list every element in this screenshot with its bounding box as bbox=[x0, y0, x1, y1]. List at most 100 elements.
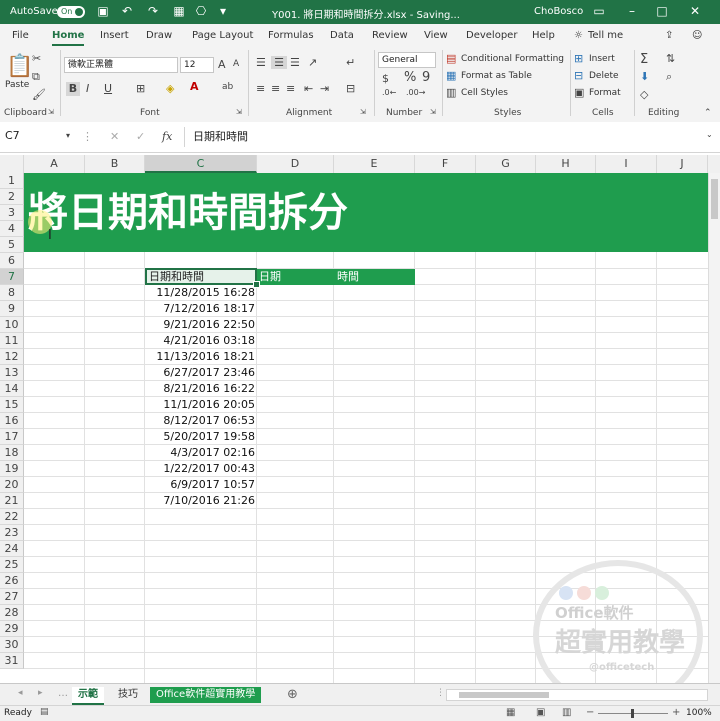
datetime-cell[interactable]: 11/13/2016 18:21 bbox=[145, 349, 255, 365]
cell-styles-button[interactable]: Cell Styles bbox=[461, 88, 508, 98]
ribbon-display-icon[interactable]: ▭ bbox=[592, 4, 606, 18]
align-bottom-icon[interactable]: ☰ bbox=[290, 56, 300, 69]
row-header[interactable]: 29 bbox=[0, 621, 24, 637]
datetime-cell[interactable]: 9/21/2016 22:50 bbox=[145, 317, 255, 333]
sheet-tab-demo[interactable]: 示範 bbox=[72, 687, 104, 705]
align-left-icon[interactable]: ≡ bbox=[256, 82, 265, 95]
zoom-in-icon[interactable]: + bbox=[672, 707, 680, 718]
tab-file[interactable]: File bbox=[12, 30, 29, 41]
number-format-select[interactable]: General bbox=[378, 52, 436, 68]
datetime-cell[interactable]: 7/12/2016 18:17 bbox=[145, 301, 255, 317]
tab-draw[interactable]: Draw bbox=[146, 30, 172, 41]
row-header[interactable]: 2 bbox=[0, 189, 24, 205]
insert-function-button[interactable]: fx bbox=[162, 130, 172, 143]
accounting-format-button[interactable]: $ bbox=[382, 72, 389, 85]
row-header[interactable]: 28 bbox=[0, 605, 24, 621]
format-painter-icon[interactable]: 🖌 bbox=[32, 88, 46, 101]
copy-icon[interactable]: ⧉ bbox=[32, 70, 40, 84]
share-icon[interactable]: ⇪ bbox=[665, 30, 673, 41]
tab-home[interactable]: Home bbox=[52, 30, 85, 46]
increase-decimal-icon[interactable]: .0← bbox=[382, 88, 396, 97]
row-header[interactable]: 19 bbox=[0, 461, 24, 477]
vertical-scrollbar[interactable] bbox=[708, 173, 720, 683]
fill-icon[interactable]: ⬇ bbox=[640, 70, 649, 83]
vertical-scroll-thumb[interactable] bbox=[711, 179, 718, 219]
format-cells-button[interactable]: Format bbox=[589, 88, 621, 98]
row-header[interactable]: 21 bbox=[0, 493, 24, 509]
grow-font-icon[interactable]: A bbox=[218, 58, 226, 71]
row-header[interactable]: 22 bbox=[0, 509, 24, 525]
paste-button[interactable]: Paste bbox=[5, 80, 29, 90]
alignment-launcher-icon[interactable]: ⇲ bbox=[360, 108, 366, 116]
increase-indent-icon[interactable]: ⇥ bbox=[320, 82, 329, 95]
row-header[interactable]: 30 bbox=[0, 637, 24, 653]
number-launcher-icon[interactable]: ⇲ bbox=[430, 108, 436, 116]
comments-icon[interactable]: ☺ bbox=[692, 30, 702, 41]
datetime-cell[interactable]: 7/10/2016 21:26 bbox=[145, 493, 255, 509]
normal-view-icon[interactable]: ▦ bbox=[506, 707, 515, 718]
row-header[interactable]: 24 bbox=[0, 541, 24, 557]
clear-icon[interactable]: ◇ bbox=[640, 88, 648, 101]
expand-formula-bar-icon[interactable]: ⌄ bbox=[706, 130, 713, 139]
datetime-cell[interactable]: 11/28/2015 16:28 bbox=[145, 285, 255, 301]
row-header[interactable]: 4 bbox=[0, 221, 24, 237]
orientation-icon[interactable]: ↗ bbox=[308, 56, 317, 69]
zoom-slider-thumb[interactable] bbox=[631, 709, 634, 718]
name-box[interactable]: C7 bbox=[2, 128, 76, 146]
datetime-cell[interactable]: 4/3/2017 02:16 bbox=[145, 445, 255, 461]
align-right-icon[interactable]: ≡ bbox=[286, 82, 295, 95]
bold-button[interactable]: B bbox=[66, 82, 80, 96]
tab-help[interactable]: Help bbox=[532, 30, 555, 41]
decrease-decimal-icon[interactable]: .00→ bbox=[406, 88, 425, 97]
wrap-text-icon[interactable]: ↵ bbox=[346, 56, 355, 69]
tab-developer[interactable]: Developer bbox=[466, 30, 517, 41]
column-header-c[interactable]: C bbox=[145, 155, 257, 173]
autosum-icon[interactable]: Σ bbox=[640, 52, 648, 67]
percent-style-button[interactable]: % bbox=[404, 70, 416, 85]
tell-me-search[interactable]: Tell me bbox=[588, 30, 623, 41]
conditional-formatting-button[interactable]: Conditional Formatting bbox=[461, 54, 564, 64]
column-header-j[interactable]: J bbox=[657, 155, 708, 173]
maximize-icon[interactable]: □ bbox=[655, 4, 669, 18]
phonetic-icon[interactable]: ab bbox=[222, 82, 233, 92]
column-header-f[interactable]: F bbox=[415, 155, 476, 173]
cell-e7-header[interactable]: 時間 bbox=[337, 269, 359, 285]
insert-cells-button[interactable]: Insert bbox=[589, 54, 615, 64]
align-top-icon[interactable]: ☰ bbox=[256, 56, 266, 69]
sheet-tab-tutorial[interactable]: Office軟件超實用教學 bbox=[150, 687, 262, 703]
font-color-icon[interactable]: A bbox=[190, 80, 199, 93]
datetime-cell[interactable]: 6/27/2017 23:46 bbox=[145, 365, 255, 381]
horizontal-scrollbar[interactable] bbox=[446, 689, 708, 701]
tab-data[interactable]: Data bbox=[330, 30, 354, 41]
row-header[interactable]: 5 bbox=[0, 237, 24, 253]
paste-icon[interactable]: 📋 bbox=[6, 54, 33, 79]
cut-icon[interactable]: ✂ bbox=[32, 52, 41, 65]
column-header-e[interactable]: E bbox=[334, 155, 415, 173]
cell-d7-header[interactable]: 日期 bbox=[259, 269, 281, 285]
select-all-corner[interactable] bbox=[0, 155, 24, 173]
row-header[interactable]: 9 bbox=[0, 301, 24, 317]
row-header[interactable]: 1 bbox=[0, 173, 24, 189]
more-tabs-icon[interactable]: … bbox=[58, 688, 68, 699]
font-launcher-icon[interactable]: ⇲ bbox=[236, 108, 242, 116]
sheet-tab-tips[interactable]: 技巧 bbox=[112, 687, 144, 703]
collapse-ribbon-icon[interactable]: ⌃ bbox=[704, 108, 712, 118]
row-header[interactable]: 27 bbox=[0, 589, 24, 605]
macro-record-icon[interactable]: ▤ bbox=[40, 707, 49, 717]
close-icon[interactable]: ✕ bbox=[688, 4, 702, 18]
scroll-tabs-left-icon[interactable]: ◂ bbox=[18, 688, 23, 698]
row-header[interactable]: 6 bbox=[0, 253, 24, 269]
new-sheet-icon[interactable]: ⊕ bbox=[287, 687, 298, 702]
column-header-b[interactable]: B bbox=[85, 155, 145, 173]
autosave-toggle[interactable]: On bbox=[57, 6, 85, 18]
datetime-cell[interactable]: 8/12/2017 06:53 bbox=[145, 413, 255, 429]
row-header[interactable]: 25 bbox=[0, 557, 24, 573]
save-icon[interactable]: ▣ bbox=[96, 4, 110, 18]
italic-button[interactable]: I bbox=[86, 82, 89, 95]
zoom-slider[interactable] bbox=[598, 709, 668, 718]
tab-page-layout[interactable]: Page Layout bbox=[192, 30, 253, 41]
column-header-a[interactable]: A bbox=[24, 155, 85, 173]
row-header[interactable]: 14 bbox=[0, 381, 24, 397]
datetime-cell[interactable]: 5/20/2017 19:58 bbox=[145, 429, 255, 445]
minimize-icon[interactable]: – bbox=[625, 4, 639, 18]
